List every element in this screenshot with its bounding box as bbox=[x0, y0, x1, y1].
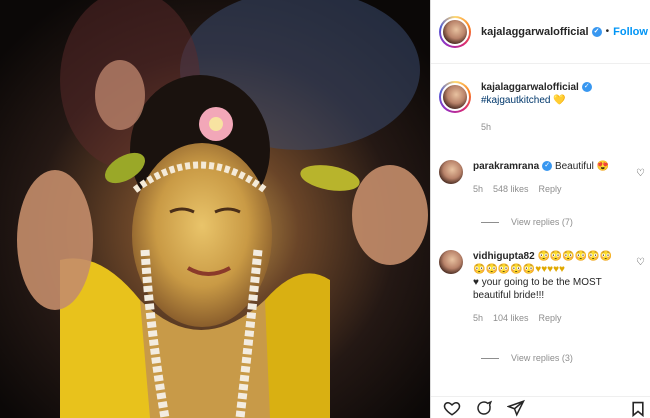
comments-area[interactable]: kajalaggarwalofficial ✓ #kajgautkitched 💛… bbox=[431, 65, 650, 390]
comment-like-heart-icon[interactable]: ♡ bbox=[636, 168, 645, 179]
commenter-avatar[interactable] bbox=[439, 160, 463, 184]
caption-username[interactable]: kajalaggarwalofficial bbox=[481, 82, 579, 93]
caption: kajalaggarwalofficial ✓ #kajgautkitched 💛… bbox=[439, 81, 631, 134]
comment-username[interactable]: vidhigupta82 bbox=[473, 251, 535, 262]
comment-item: vidhigupta82 😳😳😳😳😳😳 😳😳😳😳😳♥♥♥♥♥ ♥ your go… bbox=[439, 250, 623, 325]
caption-time: 5h bbox=[481, 122, 492, 132]
comment-item: parakramrana ✓ Beautiful 😍 5h 548 likes Rep… bbox=[439, 160, 623, 196]
share-icon[interactable] bbox=[507, 399, 525, 417]
view-replies-button[interactable]: View replies (7) bbox=[481, 217, 573, 227]
follow-button[interactable]: Follow bbox=[613, 26, 648, 38]
comment-emoji-line: 😳😳😳😳😳😳 bbox=[537, 251, 613, 262]
verified-badge-icon: ✓ bbox=[542, 161, 553, 172]
caption-hashtag[interactable]: #kajgautkitched bbox=[481, 95, 551, 106]
commenter-avatar[interactable] bbox=[439, 250, 463, 274]
author-avatar[interactable] bbox=[439, 15, 471, 48]
verified-badge-icon: ✓ bbox=[591, 26, 602, 37]
comment-time: 5h bbox=[473, 313, 484, 323]
comment-emoji-line: 😳😳😳😳😳♥♥♥♥♥ bbox=[473, 264, 565, 275]
post-side-panel: kajalaggarwalofficial ✓ • Follow kajalagg… bbox=[430, 0, 650, 418]
comment-likes[interactable]: 104 likes bbox=[493, 313, 529, 323]
view-replies-button[interactable]: View replies (3) bbox=[481, 353, 573, 363]
photo-illustration bbox=[0, 0, 430, 418]
comment-text: ♥ your going to be the MOST beautiful br… bbox=[473, 277, 602, 301]
reply-button[interactable]: Reply bbox=[539, 313, 562, 323]
comment-like-heart-icon[interactable]: ♡ bbox=[636, 257, 645, 268]
comment-time: 5h bbox=[473, 184, 484, 194]
caption-avatar[interactable] bbox=[439, 81, 471, 113]
post-header: kajalaggarwalofficial ✓ • Follow bbox=[431, 0, 650, 64]
comment-icon[interactable] bbox=[475, 399, 493, 417]
post-actions-bar bbox=[431, 396, 650, 418]
yellow-heart-emoji: 💛 bbox=[553, 95, 566, 106]
bookmark-icon[interactable] bbox=[631, 401, 645, 417]
heart-icon[interactable] bbox=[443, 399, 461, 417]
comment-likes[interactable]: 548 likes bbox=[493, 184, 529, 194]
post-photo[interactable] bbox=[0, 0, 430, 418]
reply-button[interactable]: Reply bbox=[539, 184, 562, 194]
author-username[interactable]: kajalaggarwalofficial ✓ bbox=[481, 26, 602, 38]
verified-badge-icon: ✓ bbox=[581, 82, 592, 93]
comment-text: Beautiful 😍 bbox=[554, 161, 610, 172]
comment-username[interactable]: parakramrana bbox=[473, 161, 539, 172]
separator-dot: • bbox=[605, 26, 610, 37]
